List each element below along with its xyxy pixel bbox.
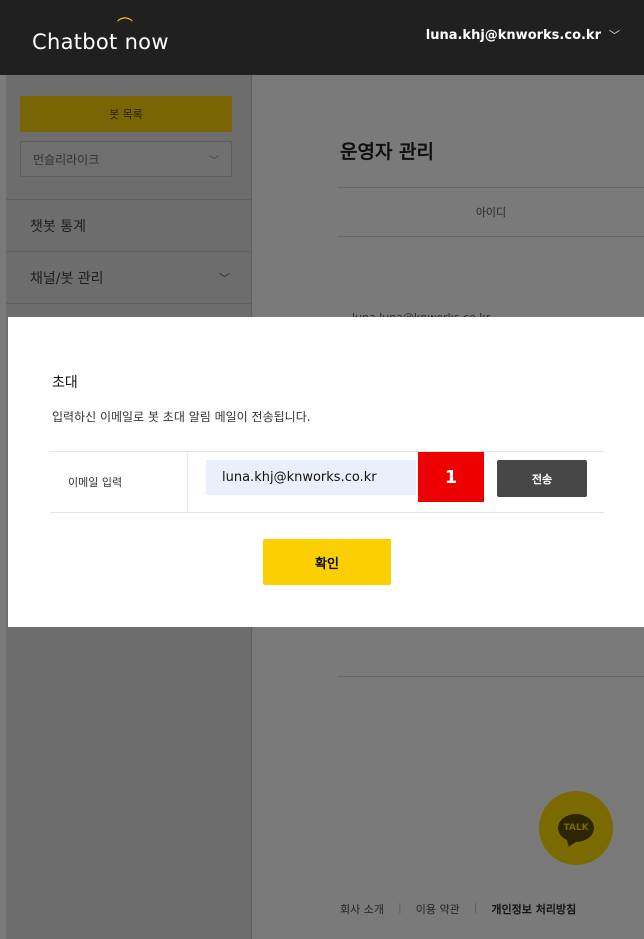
talk-icon: TALK — [558, 814, 594, 842]
table-divider — [338, 676, 644, 677]
email-form-row: 이메일 입력 1 전송 — [50, 451, 604, 513]
sidebar-item-channel-bot-manage[interactable]: 채널/봇 관리 ﹀ — [6, 251, 252, 303]
footer-link-company[interactable]: 회사 소개 — [340, 901, 384, 917]
sidebar-item-label: 챗봇 통계 — [30, 218, 86, 235]
footer-link-privacy[interactable]: 개인정보 처리방침 — [491, 901, 576, 917]
bot-select-value: 먼슬리라이크 — [33, 152, 100, 167]
bot-select[interactable]: 먼슬리라이크 ﹀ — [20, 141, 232, 177]
kakao-talk-button[interactable]: TALK — [539, 791, 613, 865]
sidebar-item-chatbot-stats[interactable]: 챗봇 통계 — [6, 199, 252, 251]
send-button[interactable]: 전송 — [497, 460, 587, 497]
top-bar: Chatbot now ⌒ luna.khj@knworks.co.kr ﹀ — [0, 0, 644, 75]
sidebar-item-label: 채널/봇 관리 — [30, 270, 104, 287]
confirm-button[interactable]: 확인 — [263, 539, 391, 585]
modal-description: 입력하신 이메일로 봇 초대 알림 메일이 전송됩니다. — [52, 410, 311, 424]
footer-separator: | — [473, 901, 478, 914]
email-label: 이메일 입력 — [50, 452, 188, 512]
chevron-down-icon: ﹀ — [209, 155, 219, 167]
invite-modal: 초대 입력하신 이메일로 봇 초대 알림 메일이 전송됩니다. 이메일 입력 1… — [8, 317, 644, 627]
footer-separator: | — [397, 901, 402, 914]
logo-bulb-icon: ⌒ — [117, 16, 134, 35]
footer-links: 회사 소개 | 이용 약관 | 개인정보 처리방침 — [340, 901, 576, 917]
email-input[interactable] — [206, 460, 416, 495]
table-header-id: 아이디 — [338, 187, 644, 237]
chevron-down-icon: ﹀ — [219, 271, 230, 285]
bot-list-button[interactable]: 봇 목록 — [20, 96, 232, 132]
sidebar-divider — [6, 303, 252, 304]
step-badge: 1 — [418, 452, 484, 502]
user-email: luna.khj@knworks.co.kr — [425, 27, 601, 43]
chevron-down-icon: ﹀ — [609, 29, 620, 42]
footer-link-terms[interactable]: 이용 약관 — [416, 901, 460, 917]
logo[interactable]: Chatbot now ⌒ — [32, 16, 169, 54]
page-title: 운영자 관리 — [340, 141, 435, 163]
user-menu[interactable]: luna.khj@knworks.co.kr ﹀ — [426, 27, 620, 43]
modal-title: 초대 — [52, 375, 78, 391]
